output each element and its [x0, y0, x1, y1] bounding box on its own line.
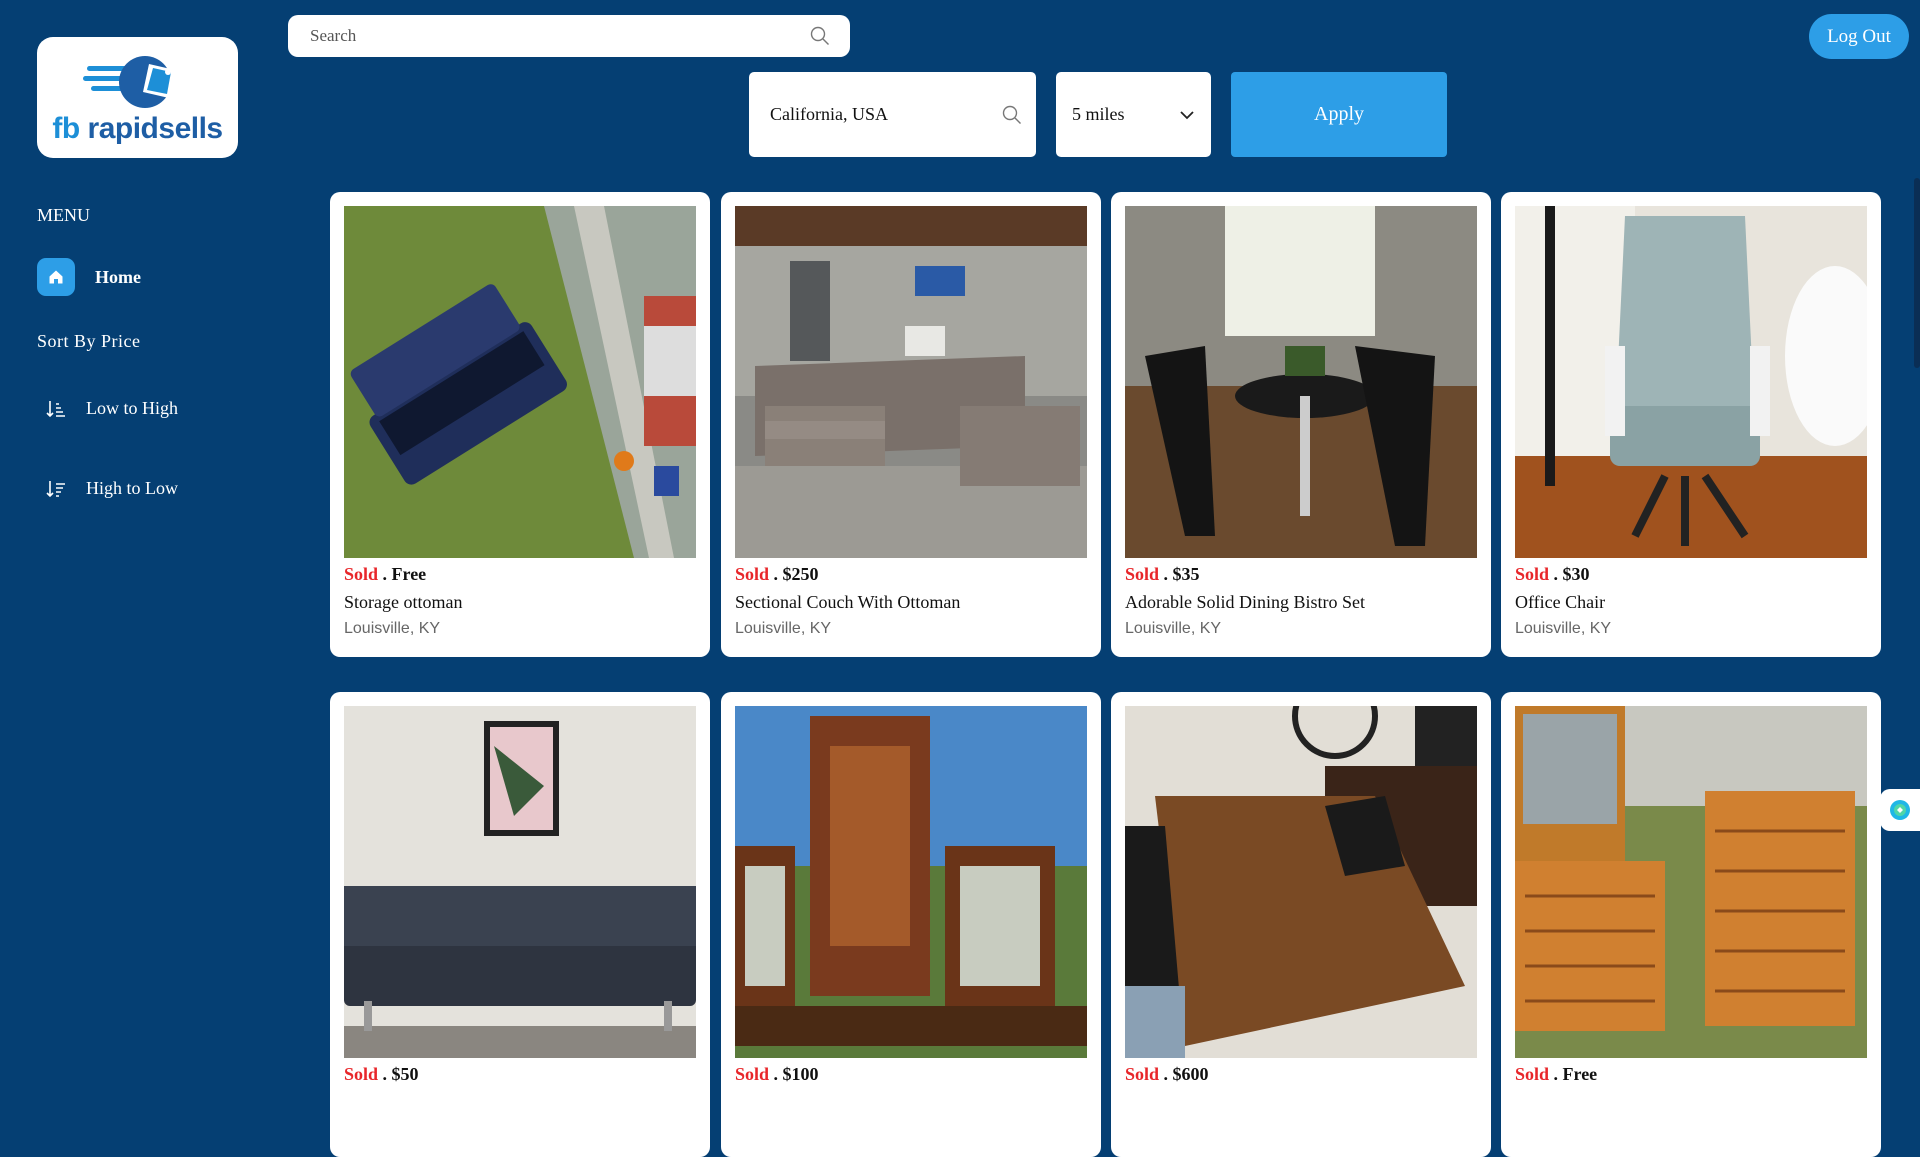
listing-photo	[1515, 206, 1867, 558]
sold-badge: Sold	[735, 1064, 770, 1084]
listing-card[interactable]: Sold . $250 Sectional Couch With Ottoman…	[721, 192, 1101, 657]
listing-photo	[1125, 206, 1477, 558]
listing-title: Storage ottoman	[344, 592, 463, 612]
location-search-icon[interactable]	[1002, 105, 1022, 125]
sold-badge: Sold	[1515, 564, 1550, 584]
listing-status: Sold . $250	[735, 564, 819, 585]
sold-badge: Sold	[735, 564, 770, 584]
listing-title: Office Chair	[1515, 592, 1606, 612]
listing-card[interactable]: Sold . $35 Adorable Solid Dining Bistro …	[1111, 192, 1491, 657]
listing-card[interactable]: Sold . $30 Office Chair Louisville, KY	[1501, 192, 1881, 657]
sold-badge: Sold	[344, 564, 379, 584]
listing-card[interactable]: Sold . $50	[330, 692, 710, 1157]
sort-low-label: Low to High	[86, 398, 178, 418]
sort-descending-icon	[46, 480, 65, 497]
apply-button[interactable]: Apply	[1231, 72, 1447, 157]
listing-card[interactable]: Sold . $600	[1111, 692, 1491, 1157]
assistant-widget[interactable]	[1880, 789, 1920, 831]
radius-select[interactable]: 5 miles	[1056, 72, 1211, 157]
sort-ascending-icon	[46, 400, 65, 417]
listing-price: . Free	[1549, 1064, 1598, 1084]
tag-logo-icon	[82, 55, 175, 108]
listing-status: Sold . $100	[735, 1064, 819, 1085]
listing-photo	[344, 706, 696, 1058]
listing-price: . Free	[378, 564, 427, 584]
listing-card[interactable]: Sold . Free Storage ottoman Louisville, …	[330, 192, 710, 657]
brand-name: fb rapidsells	[52, 111, 223, 145]
sold-badge: Sold	[1125, 564, 1160, 584]
listing-card[interactable]: Sold . $100	[721, 692, 1101, 1157]
listing-card[interactable]: Sold . Free	[1501, 692, 1881, 1157]
listing-photo	[735, 206, 1087, 558]
listing-price: . $30	[1549, 564, 1590, 584]
location-field[interactable]	[749, 72, 1036, 157]
listing-price: . $100	[769, 1064, 819, 1084]
listing-status: Sold . $600	[1125, 1064, 1209, 1085]
listing-photo	[1515, 706, 1867, 1058]
search-bar[interactable]	[288, 15, 850, 57]
listing-status: Sold . $30	[1515, 564, 1590, 585]
sidebar-item-label: Home	[95, 266, 141, 287]
sort-low-to-high[interactable]: Low to High	[46, 398, 178, 419]
listing-price: . $600	[1159, 1064, 1209, 1084]
brand-logo[interactable]: fb rapidsells	[37, 37, 238, 158]
sold-badge: Sold	[1515, 1064, 1550, 1084]
menu-heading: MENU	[37, 205, 90, 225]
listing-title: Adorable Solid Dining Bistro Set	[1125, 592, 1365, 612]
sort-heading: Sort By Price	[37, 331, 141, 351]
listing-location: Louisville, KY	[1515, 620, 1612, 637]
search-icon[interactable]	[810, 26, 830, 46]
sidebar-item-home[interactable]: Home	[37, 258, 141, 296]
listing-price: . $35	[1159, 564, 1200, 584]
sidebar: fb rapidsells MENU Home Sort By Price Lo…	[0, 0, 290, 1080]
listing-photo	[1125, 706, 1477, 1058]
home-icon	[37, 258, 75, 296]
location-input[interactable]	[768, 103, 1002, 126]
listing-price: . $50	[378, 1064, 419, 1084]
sort-high-to-low[interactable]: High to Low	[46, 478, 178, 499]
sold-badge: Sold	[344, 1064, 379, 1084]
chevron-down-icon	[1180, 110, 1194, 119]
listing-status: Sold . $50	[344, 1064, 419, 1085]
scrollbar[interactable]	[1914, 178, 1920, 368]
logout-button[interactable]: Log Out	[1809, 14, 1909, 59]
sold-badge: Sold	[1125, 1064, 1160, 1084]
listing-status: Sold . Free	[1515, 1064, 1597, 1085]
listing-price: . $250	[769, 564, 819, 584]
listing-location: Louisville, KY	[735, 620, 832, 637]
assistant-icon	[1890, 800, 1910, 820]
listing-photo	[344, 206, 696, 558]
listing-status: Sold . Free	[344, 564, 426, 585]
listing-location: Louisville, KY	[344, 620, 441, 637]
radius-value: 5 miles	[1072, 104, 1125, 124]
listing-status: Sold . $35	[1125, 564, 1200, 585]
listing-photo	[735, 706, 1087, 1058]
search-input[interactable]	[308, 25, 810, 47]
listing-location: Louisville, KY	[1125, 620, 1222, 637]
listing-title: Sectional Couch With Ottoman	[735, 592, 961, 612]
sort-high-label: High to Low	[86, 478, 178, 498]
